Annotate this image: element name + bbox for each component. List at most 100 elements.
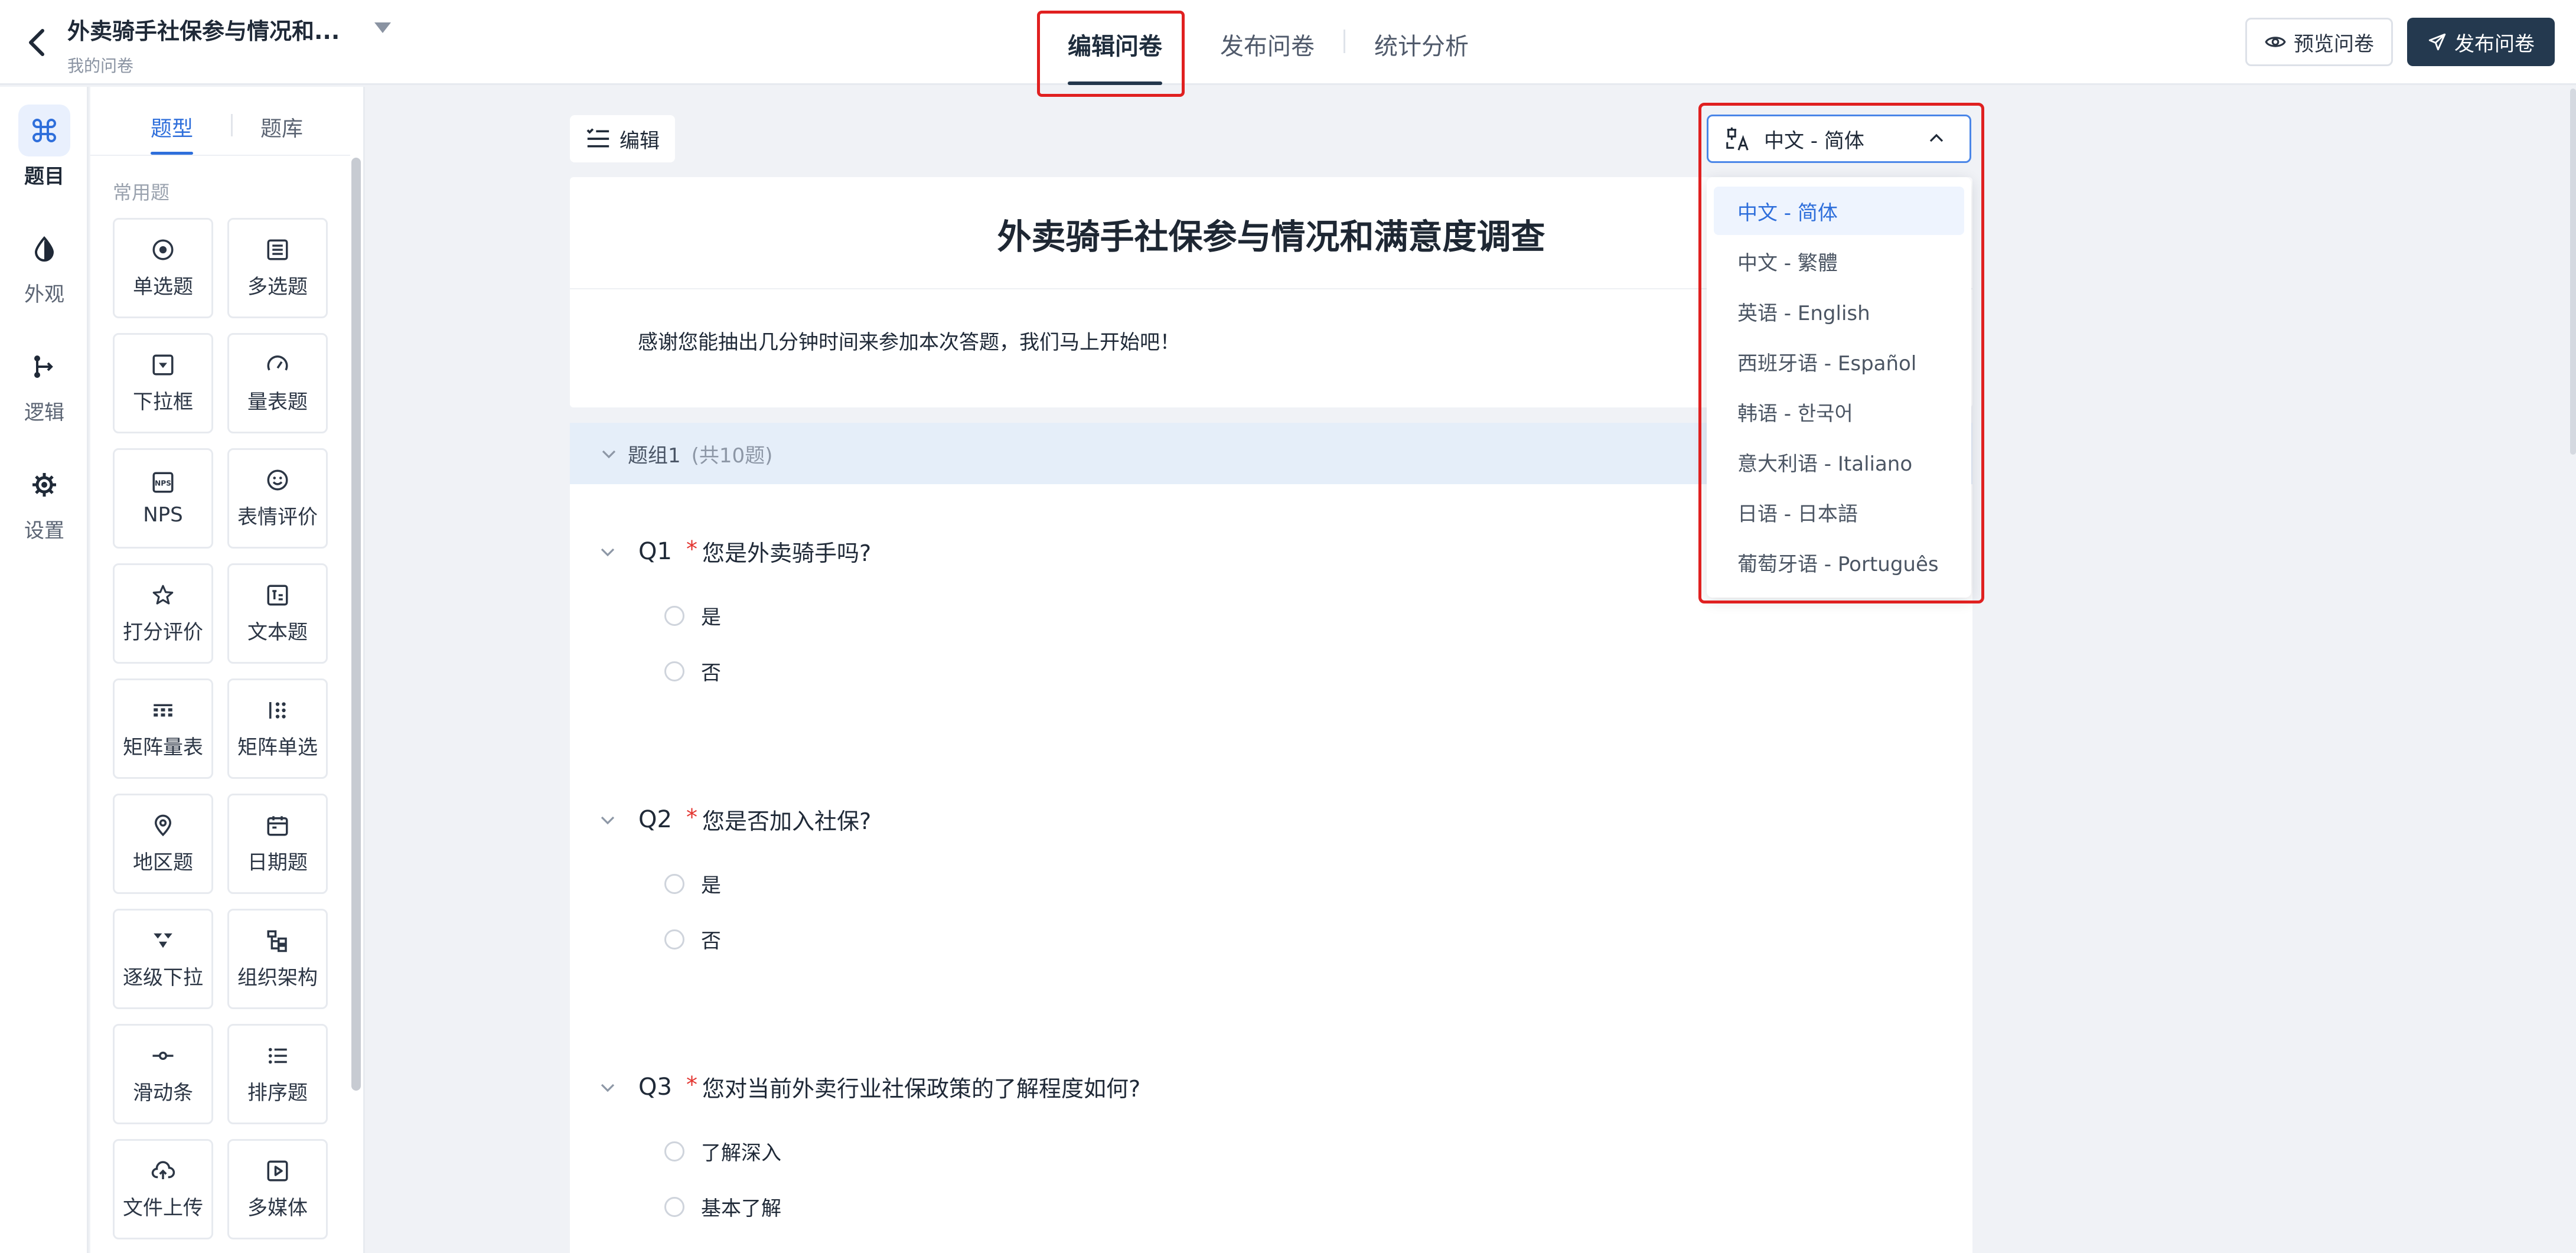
palette-item-label: NPS bbox=[143, 503, 183, 527]
chevron-down-icon[interactable] bbox=[599, 444, 618, 463]
rail-item-appearance[interactable]: 外观 bbox=[0, 223, 89, 307]
option-label: 了解深入 bbox=[701, 1141, 781, 1165]
palette-item-dropdown[interactable]: 下拉框 bbox=[113, 333, 213, 433]
palette-item-region[interactable]: 地区题 bbox=[113, 794, 213, 894]
radio-button[interactable] bbox=[664, 661, 684, 681]
section-label: 常用题 bbox=[113, 181, 170, 204]
matrix-radio-icon bbox=[269, 701, 286, 719]
palette-item-label: 多媒体 bbox=[247, 1196, 308, 1220]
palette-item-scale[interactable]: 量表题 bbox=[227, 333, 328, 433]
question-text[interactable]: 您是否加入社保? bbox=[702, 803, 871, 836]
palette-item-label: 表情评价 bbox=[237, 505, 318, 529]
palette-item-slider[interactable]: 滑动条 bbox=[113, 1024, 213, 1124]
eye-icon bbox=[2265, 37, 2286, 47]
option-item[interactable]: 否 bbox=[664, 657, 721, 686]
question-header: Q1 * 您是外卖骑手吗? bbox=[598, 535, 871, 567]
question-number: Q3 bbox=[638, 1073, 672, 1101]
palette-scrollbar[interactable] bbox=[351, 158, 361, 1091]
question-header: Q2 * 您是否加入社保? bbox=[598, 803, 871, 836]
gauge-icon bbox=[267, 355, 288, 371]
rail-item-questions[interactable]: 题目 bbox=[0, 105, 89, 189]
tab-question-bank[interactable]: 题库 bbox=[260, 112, 303, 142]
nps-icon: NPS bbox=[152, 472, 174, 493]
publish-button-label: 发布问卷 bbox=[2454, 32, 2535, 56]
required-mark: * bbox=[686, 804, 697, 830]
question-number: Q2 bbox=[638, 805, 672, 833]
breadcrumb[interactable]: 我的问卷 bbox=[67, 53, 133, 77]
question-number: Q1 bbox=[638, 537, 672, 565]
palette-item-multi-choice[interactable]: 多选题 bbox=[227, 218, 328, 318]
send-icon bbox=[2428, 33, 2446, 51]
palette-item-matrix-radio[interactable]: 矩阵单选 bbox=[227, 678, 328, 779]
radio-button[interactable] bbox=[664, 873, 684, 894]
survey-title[interactable]: 外卖骑手社保参与情况和... bbox=[67, 13, 340, 45]
option-item[interactable]: 否 bbox=[664, 925, 721, 954]
palette-item-cascade[interactable]: 逐级下拉 bbox=[113, 909, 213, 1009]
palette-item-matrix-scale[interactable]: 矩阵量表 bbox=[113, 678, 213, 779]
tab-question-types[interactable]: 题型 bbox=[151, 112, 193, 142]
option-label: 是 bbox=[701, 606, 721, 629]
option-item[interactable]: 基本了解 bbox=[664, 1192, 781, 1221]
language-highlight-box bbox=[1698, 103, 1984, 603]
group-name: 题组1 bbox=[628, 443, 681, 468]
palette-item-nps[interactable]: NPS NPS bbox=[113, 448, 213, 549]
option-label: 否 bbox=[701, 661, 721, 685]
chevron-down-icon[interactable] bbox=[598, 810, 617, 829]
palette-item-single-choice[interactable]: 单选题 bbox=[113, 218, 213, 318]
canvas-scrollbar[interactable] bbox=[2570, 89, 2576, 455]
palette-item-media[interactable]: 多媒体 bbox=[227, 1139, 328, 1239]
radio-button[interactable] bbox=[664, 929, 684, 949]
rail-item-settings[interactable]: 设置 bbox=[0, 459, 89, 543]
edit-list-icon bbox=[586, 128, 609, 148]
edit-button-label: 编辑 bbox=[619, 129, 660, 153]
radio-button[interactable] bbox=[664, 1196, 684, 1217]
option-item[interactable]: 是 bbox=[664, 601, 721, 630]
tab-statistics[interactable]: 统计分析 bbox=[1374, 27, 1469, 61]
palette-item-label: 滑动条 bbox=[133, 1081, 193, 1105]
question-text[interactable]: 您是外卖骑手吗? bbox=[702, 535, 871, 567]
chevron-down-icon[interactable] bbox=[598, 542, 617, 561]
palette-item-label: 文件上传 bbox=[123, 1196, 203, 1220]
preview-button[interactable]: 预览问卷 bbox=[2245, 18, 2393, 66]
palette-item-org-chart[interactable]: 组织架构 bbox=[227, 909, 328, 1009]
palette-item-label: 打分评价 bbox=[123, 620, 203, 644]
branch-icon bbox=[18, 341, 70, 393]
upload-icon bbox=[151, 1160, 175, 1179]
palette-item-label: 矩阵量表 bbox=[123, 735, 203, 759]
chevron-down-icon[interactable] bbox=[598, 1078, 617, 1097]
tab-highlight-box bbox=[1037, 11, 1185, 97]
radio-button[interactable] bbox=[664, 1141, 684, 1161]
question-type-palette: 题型 题库 常用题 单选题 多选题 下拉框 量表题 NPS NPS 表情评价 打… bbox=[90, 87, 365, 1253]
palette-item-text[interactable]: 文本题 bbox=[227, 563, 328, 664]
question-header: Q3 * 您对当前外卖行业社保政策的了解程度如何? bbox=[598, 1071, 1140, 1103]
caret-down-icon[interactable] bbox=[372, 19, 393, 37]
option-item[interactable]: 了解深入 bbox=[664, 1137, 781, 1166]
tab-divider bbox=[231, 114, 233, 136]
radio-button[interactable] bbox=[664, 605, 684, 626]
back-arrow-icon[interactable] bbox=[21, 24, 52, 61]
radio-icon bbox=[152, 239, 174, 260]
palette-item-label: 组织架构 bbox=[237, 965, 318, 990]
gear-icon bbox=[18, 459, 70, 511]
palette-item-emoji-rating[interactable]: 表情评价 bbox=[227, 448, 328, 549]
option-label: 否 bbox=[701, 929, 721, 953]
palette-item-label: 单选题 bbox=[133, 275, 193, 299]
palette-item-star-rating[interactable]: 打分评价 bbox=[113, 563, 213, 664]
survey-welcome-text[interactable]: 感谢您能抽出几分钟时间来参加本次答题，我们马上开始吧！ bbox=[638, 326, 1180, 355]
palette-item-file-upload[interactable]: 文件上传 bbox=[113, 1139, 213, 1239]
question-text[interactable]: 您对当前外卖行业社保政策的了解程度如何? bbox=[702, 1071, 1140, 1103]
palette-item-label: 矩阵单选 bbox=[237, 735, 318, 759]
rail-item-logic[interactable]: 逻辑 bbox=[0, 341, 89, 425]
rail-label: 外观 bbox=[24, 283, 64, 306]
option-item[interactable]: 是 bbox=[664, 869, 721, 898]
rail-label: 逻辑 bbox=[24, 401, 64, 425]
tab-publish-survey[interactable]: 发布问卷 bbox=[1220, 27, 1315, 61]
edit-button[interactable]: 编辑 bbox=[570, 115, 675, 162]
publish-button[interactable]: 发布问卷 bbox=[2407, 18, 2555, 66]
palette-item-sort[interactable]: 排序题 bbox=[227, 1024, 328, 1124]
required-mark: * bbox=[686, 1071, 697, 1098]
palette-item-label: 多选题 bbox=[247, 275, 308, 299]
matrix-scale-icon bbox=[154, 704, 172, 716]
palette-item-date[interactable]: 日期题 bbox=[227, 794, 328, 894]
option-label: 基本了解 bbox=[701, 1197, 781, 1221]
